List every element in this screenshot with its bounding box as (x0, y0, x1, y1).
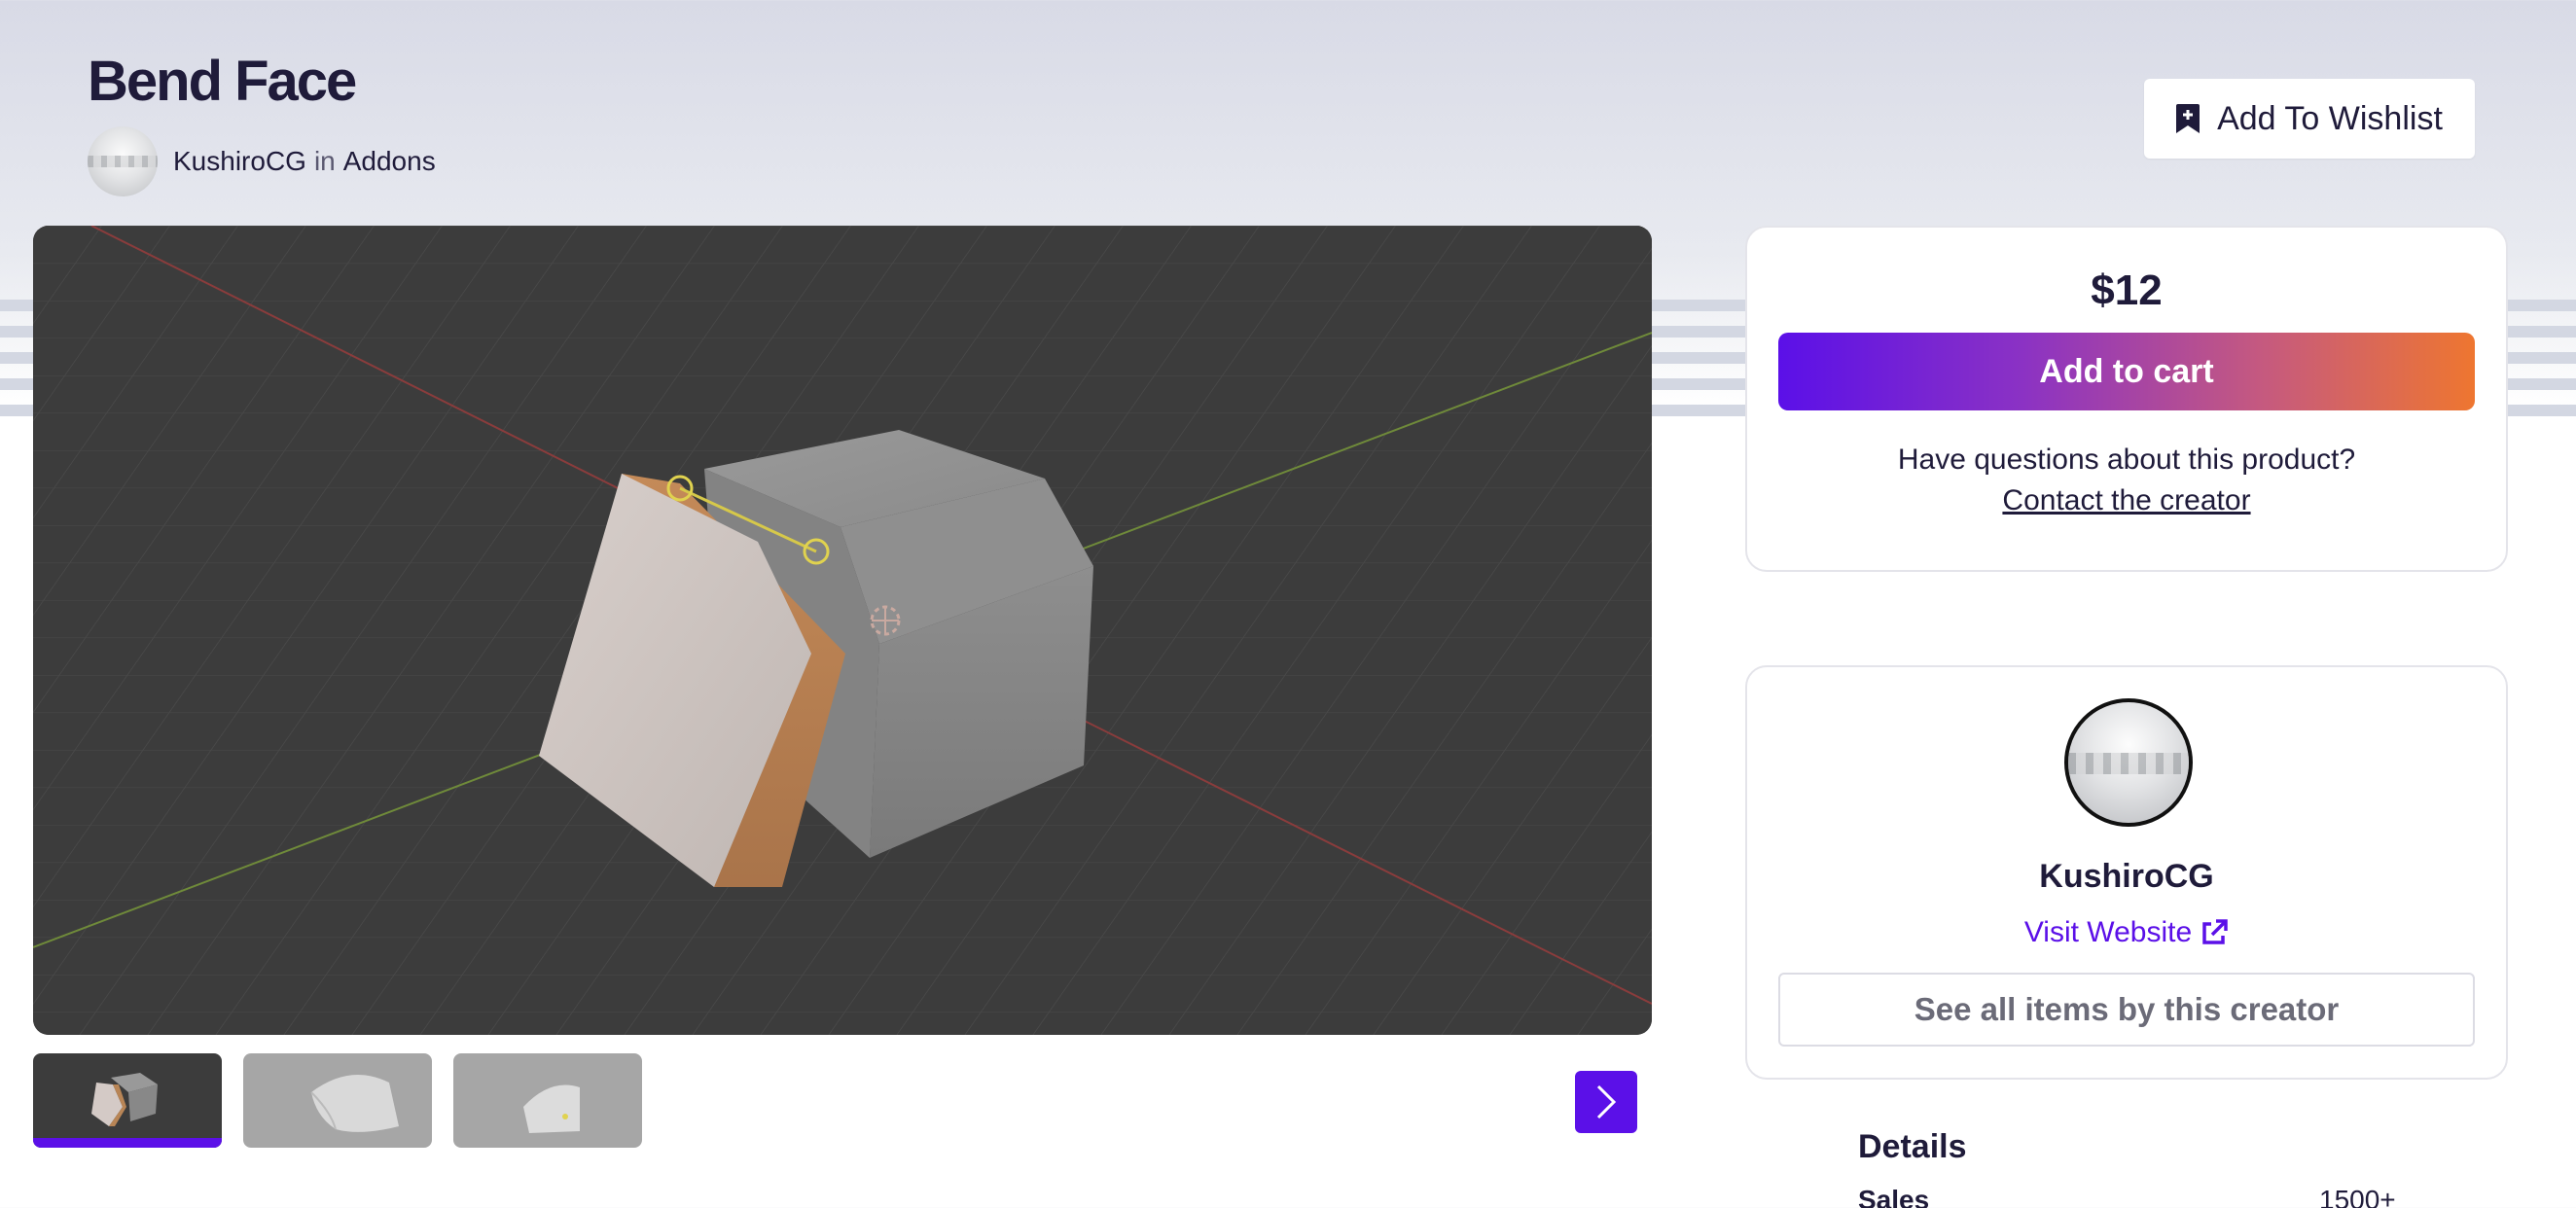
add-to-wishlist-button[interactable]: Add To Wishlist (2144, 79, 2475, 159)
visit-website-link[interactable]: Visit Website (1747, 916, 2506, 949)
purchase-card: $12 Add to cart Have questions about thi… (1745, 226, 2508, 572)
sales-label: Sales (1858, 1185, 1930, 1208)
wishlist-label: Add To Wishlist (2217, 99, 2443, 137)
category-link[interactable]: Addons (343, 146, 436, 176)
bookmark-plus-icon (2176, 104, 2200, 133)
sales-value: 1500+ (2319, 1185, 2396, 1208)
visit-website-label: Visit Website (2023, 916, 2193, 948)
product-byline: KushiroCG in Addons (88, 126, 436, 196)
thumbnail-2[interactable] (243, 1053, 432, 1148)
creator-link[interactable]: KushiroCG (173, 146, 306, 176)
product-main-image[interactable] (33, 226, 1652, 1035)
details-heading: Details (1858, 1128, 1967, 1165)
byline-in: in (313, 146, 336, 176)
creator-card: KushiroCG Visit Website See all items by… (1745, 665, 2508, 1080)
contact-creator-link[interactable]: Contact the creator (1747, 484, 2506, 517)
creator-avatar-large[interactable] (2064, 698, 2193, 827)
external-link-icon (2202, 919, 2228, 944)
add-to-cart-button[interactable]: Add to cart (1778, 333, 2475, 410)
questions-text: Have questions about this product? (1897, 444, 2356, 476)
gallery-next-button[interactable] (1575, 1071, 1637, 1133)
see-all-items-button[interactable]: See all items by this creator (1778, 973, 2475, 1047)
thumbnail-strip (33, 1053, 663, 1148)
thumbnail-3[interactable] (453, 1053, 642, 1148)
product-price: $12 (2091, 266, 2163, 314)
product-title: Bend Face (88, 50, 357, 113)
creator-name[interactable]: KushiroCG (1747, 858, 2506, 896)
thumbnail-1[interactable] (33, 1053, 222, 1148)
chevron-right-icon (1596, 1084, 1617, 1119)
creator-avatar[interactable] (88, 126, 158, 196)
